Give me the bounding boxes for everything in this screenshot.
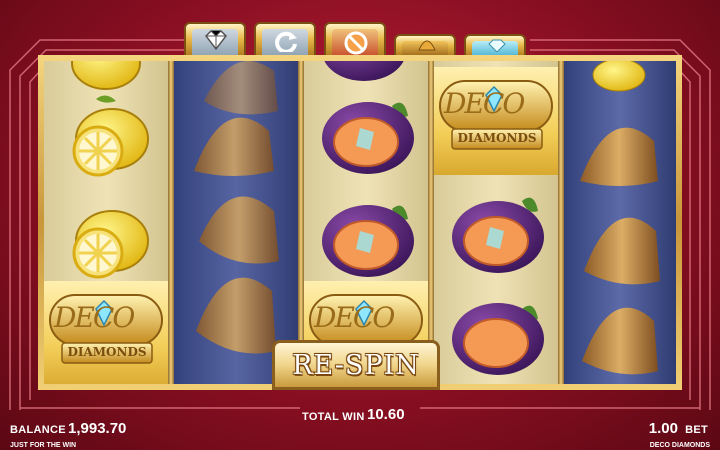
reel-2-spinning (174, 61, 298, 384)
plum-icon (324, 61, 404, 81)
respin-button[interactable]: RE-SPIN (272, 340, 440, 390)
lemon-partial-symbol (574, 61, 664, 101)
diamond-tab (184, 22, 246, 58)
diamond-icon (488, 39, 506, 52)
deco-diamonds-symbol: DECO DIAMONDS (44, 281, 168, 384)
plum-icon (322, 102, 414, 174)
bet-value[interactable]: 1.00 (649, 420, 678, 437)
logo-diamonds-text: DIAMONDS (67, 345, 147, 359)
lemon-icon (592, 61, 646, 92)
deco-diamonds-symbol: DECO DIAMONDS (434, 67, 558, 175)
lemon-symbol (44, 91, 168, 199)
reel-window: DECO DIAMONDS DECO DECO DIAMONDS (44, 61, 676, 384)
provider-label: JUST FOR THE WIN (10, 442, 77, 449)
bet-label[interactable]: BET (685, 424, 708, 436)
diamond-icon (205, 30, 227, 50)
plum-symbol (434, 181, 558, 289)
bottom-bar: BALANCE 1,993.70 JUST FOR THE WIN TOTAL … (0, 403, 720, 450)
replay-arrow-icon (275, 31, 297, 52)
plum-symbol (434, 289, 558, 384)
total-win-value: 10.60 (367, 406, 405, 423)
reel-3: DECO (304, 61, 428, 384)
logo-deco-text: DECO (314, 301, 395, 334)
no-symbol-icon (344, 31, 368, 55)
reel-5-spinning (564, 61, 676, 384)
plum-icon (452, 197, 544, 273)
deco-diamonds-logo (439, 80, 553, 150)
game-name-label: DECO DIAMONDS (649, 442, 710, 449)
plum-symbol (304, 61, 428, 89)
balance-value: 1,993.70 (68, 420, 127, 437)
plum-icon (452, 303, 544, 375)
logo-deco-text: DECO (54, 301, 135, 334)
plum-symbol (304, 86, 428, 194)
balance-label: BALANCE (10, 424, 66, 436)
bell-blur-column (174, 61, 298, 384)
bell-icon (418, 40, 436, 51)
respin-label: RE-SPIN (292, 349, 420, 381)
no-symbol-tab (324, 22, 386, 58)
reel-1: DECO DIAMONDS (44, 61, 168, 384)
lemon-icon (72, 95, 149, 177)
bell-blur-column (580, 127, 660, 375)
total-win-label: TOTAL WIN (302, 411, 365, 423)
logo-diamonds-text: DIAMONDS (457, 131, 537, 145)
reel-4: DECO DIAMONDS (434, 61, 558, 384)
logo-deco-text: DECO (444, 87, 525, 120)
replay-tab (254, 22, 316, 58)
